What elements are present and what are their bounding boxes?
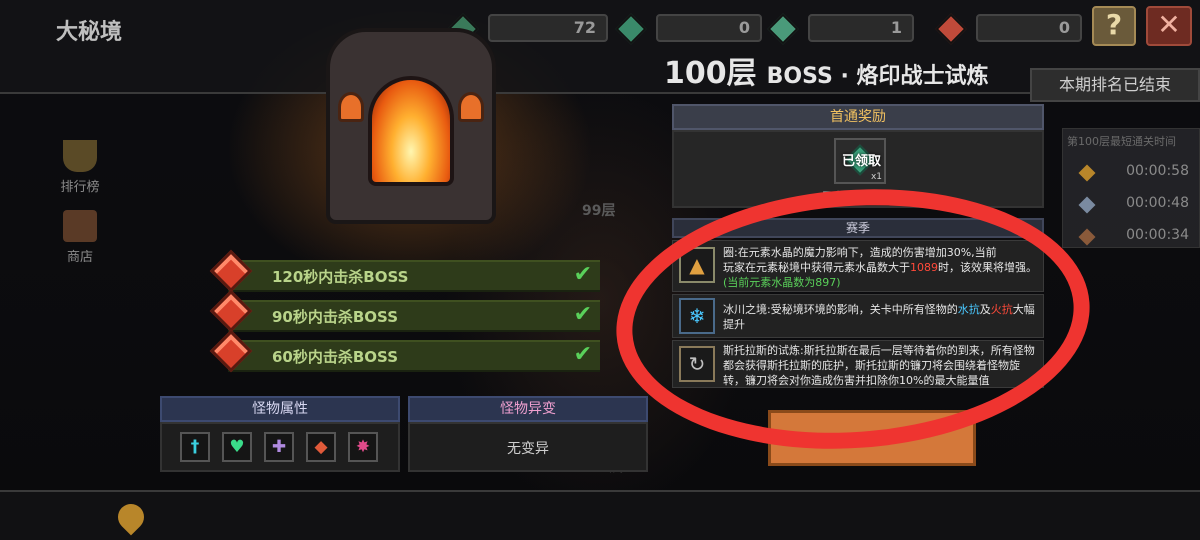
gem-icon: [935, 13, 967, 45]
first-clear-reward-header: 首通奖励: [672, 104, 1044, 130]
shield-icon[interactable]: ✚: [264, 432, 294, 462]
heart-icon[interactable]: ♥: [222, 432, 252, 462]
sidebar-item-shop[interactable]: 商店: [50, 210, 110, 265]
trophy-icon: [63, 140, 97, 172]
sidebar-item-label: 排行榜: [60, 180, 100, 195]
monster-mutation-header: 怪物异变: [408, 396, 648, 422]
boss-floor: 100层: [664, 56, 757, 91]
close-button[interactable]: ✕: [1146, 6, 1192, 46]
bottom-bar: [0, 490, 1200, 540]
torch-icon: [338, 92, 364, 122]
sidebar-item-label: 商店: [66, 250, 93, 265]
checkmark-icon: ✔: [573, 342, 592, 367]
condition-label: 60秒内击杀BOSS: [272, 348, 398, 366]
shop-icon: [63, 210, 97, 242]
condition-label: 120秒内击杀BOSS: [272, 268, 409, 286]
clear-times-panel: 第100层最短通关时间 00:00:58 00:00:48 00:00:34: [1062, 128, 1200, 248]
counter-b: 1: [808, 14, 914, 42]
boss-title: 100层 BOSS · 烙印战士试炼: [664, 48, 988, 92]
crest-icon[interactable]: ✸: [348, 432, 378, 462]
clear-time: 00:00:58: [1126, 163, 1189, 179]
condition-row: 120秒内击杀BOSS ✔: [209, 249, 600, 293]
ranking-status: 本期排名已结束: [1030, 68, 1200, 102]
floor-label-99: 99层: [582, 203, 616, 219]
clear-time: 00:00:34: [1126, 227, 1189, 243]
page-title: 大秘境: [56, 20, 123, 45]
medal-icon: [1078, 164, 1096, 182]
claimed-label: 已领取: [842, 154, 882, 169]
counter-crystal: 72: [488, 14, 608, 42]
boss-portal-furnace[interactable]: [326, 28, 496, 224]
sidebar-item-leaderboard[interactable]: 排行榜: [50, 140, 110, 195]
clear-times-label: 第100层最短通关时间: [1067, 135, 1176, 148]
checkmark-icon: ✔: [573, 262, 592, 287]
clear-time: 00:00:48: [1126, 195, 1189, 211]
condition-label: 90秒内击杀BOSS: [272, 308, 398, 326]
monster-attributes-header: 怪物属性: [160, 396, 400, 422]
condition-row: 60秒内击杀BOSS ✔: [209, 329, 600, 373]
top-bar: 大秘境 72 0 1 0 ? ✕ 100层 BOSS · 烙印战士试炼: [0, 0, 1200, 94]
reward-item[interactable]: 已领取 x1: [834, 138, 886, 184]
medal-icon: [1078, 196, 1096, 214]
portal-fire: [368, 76, 454, 186]
monster-mutation-panel: 无变异: [408, 422, 648, 472]
gem-icon: [767, 13, 799, 45]
help-button[interactable]: ?: [1092, 6, 1136, 46]
torch-icon: [458, 92, 484, 122]
condition-row: 90秒内击杀BOSS ✔: [209, 289, 600, 333]
reward-quantity: x1: [870, 172, 882, 182]
counter-a: 0: [656, 14, 762, 42]
mutation-value: 无变异: [507, 441, 549, 457]
monster-attributes-panel: † ♥ ✚ ◆ ✸: [160, 422, 400, 472]
boss-name: BOSS · 烙印战士试炼: [766, 64, 989, 89]
split-icon[interactable]: ◆: [306, 432, 336, 462]
counter-c: 0: [976, 14, 1082, 42]
checkmark-icon: ✔: [573, 302, 592, 327]
gem-icon: [615, 13, 647, 45]
sword-icon[interactable]: †: [180, 432, 210, 462]
medal-icon: [1078, 228, 1096, 246]
